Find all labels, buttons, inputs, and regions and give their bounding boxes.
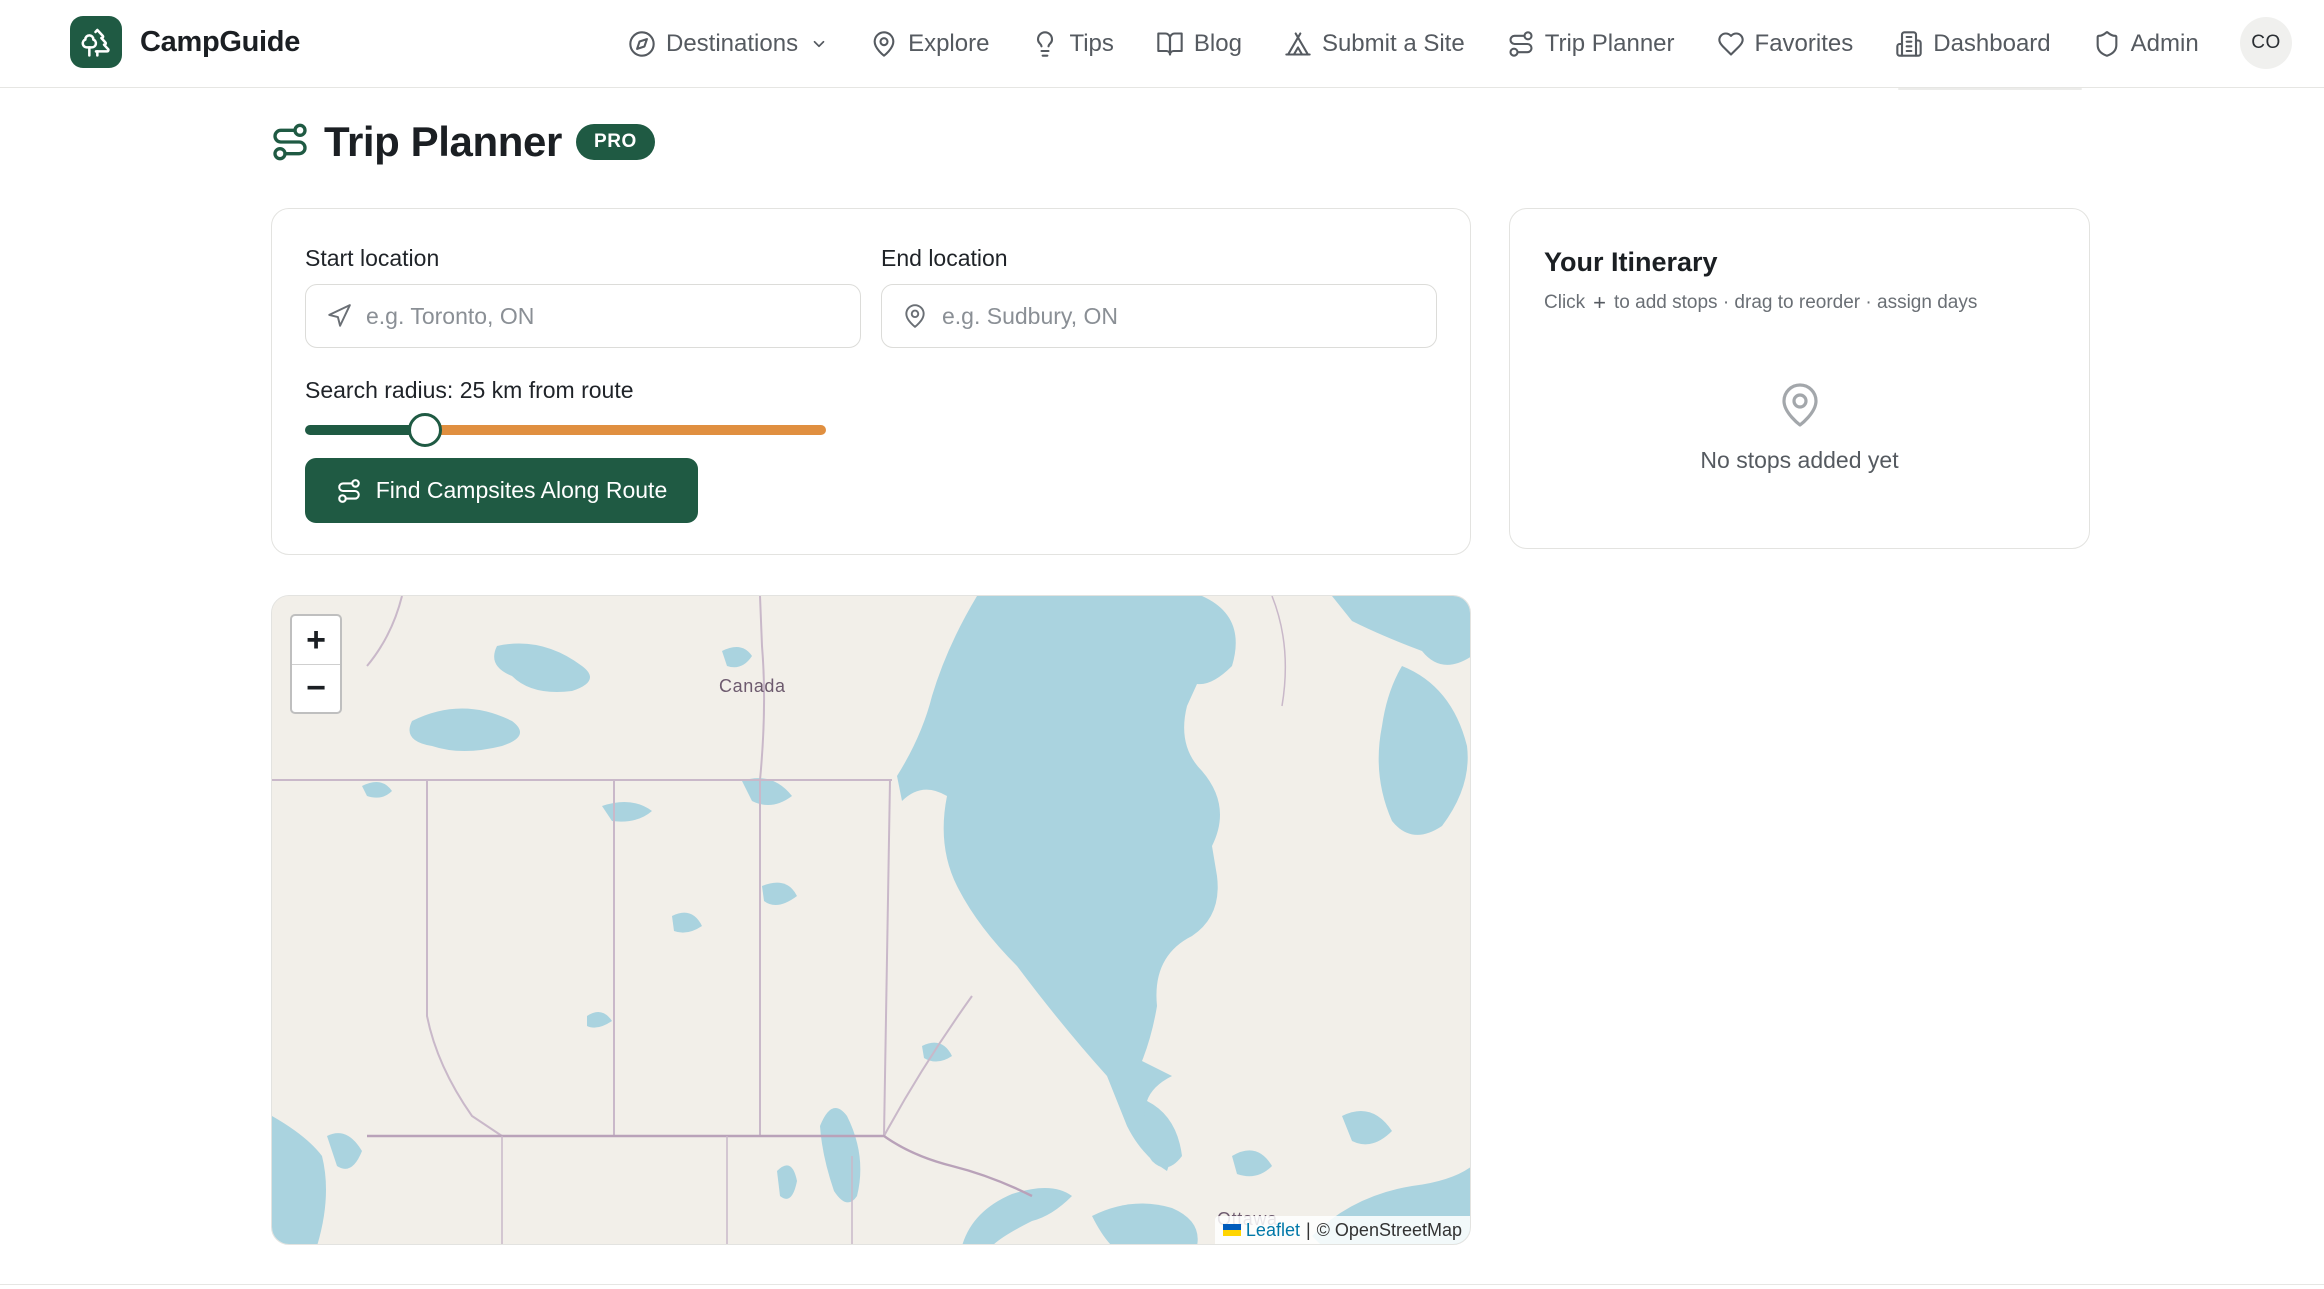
- start-location-input[interactable]: [366, 302, 860, 330]
- campguide-logo-icon: [70, 16, 122, 68]
- brand[interactable]: CampGuide: [70, 16, 300, 68]
- search-radius-label: Search radius: 25 km from route: [305, 377, 634, 403]
- building-icon: [1896, 31, 1922, 57]
- chevron-down-icon: [813, 40, 825, 48]
- lightbulb-icon: [1037, 31, 1054, 57]
- header-underline-decoration: [1898, 88, 2082, 90]
- slider-track-remaining: [425, 425, 826, 435]
- nav-dashboard-label: Dashboard: [1933, 30, 2051, 57]
- nav-explore-label: Explore: [908, 30, 990, 57]
- map-tiles: [272, 596, 1470, 1244]
- navigation-arrow-icon: [328, 304, 351, 327]
- route-map[interactable]: + − Canada Ottawa Leaflet | © OpenStreet…: [271, 595, 1471, 1245]
- map-pin-icon: [905, 304, 925, 328]
- main-nav: Destinations Explore Tips Blog Submit a …: [624, 0, 2203, 88]
- shield-icon: [2096, 31, 2118, 57]
- start-location-label: Start location: [305, 245, 440, 271]
- nav-destinations[interactable]: Destinations: [624, 20, 832, 68]
- zoom-control: + −: [290, 614, 342, 714]
- nav-trip-planner[interactable]: Trip Planner: [1503, 20, 1679, 68]
- map-attribution: Leaflet | © OpenStreetMap: [1214, 1216, 1470, 1244]
- find-campsites-label: Find Campsites Along Route: [375, 477, 668, 503]
- user-avatar[interactable]: CO: [2240, 17, 2292, 69]
- nav-blog[interactable]: Blog: [1152, 20, 1246, 68]
- top-navigation-bar: CampGuide Destinations Explore Tips Blog…: [0, 0, 2324, 88]
- empty-itinerary-text: No stops added yet: [1700, 447, 1899, 473]
- nav-favorites-label: Favorites: [1754, 30, 1854, 57]
- nav-favorites[interactable]: Favorites: [1713, 20, 1858, 68]
- nav-submit-site-label: Submit a Site: [1321, 30, 1465, 57]
- itinerary-hint-end: to add stops · drag to reorder · assign …: [1614, 292, 1978, 313]
- end-location-input[interactable]: [942, 302, 1436, 330]
- zoom-out-button[interactable]: −: [292, 664, 340, 712]
- nav-admin-label: Admin: [2130, 30, 2199, 57]
- search-radius-slider[interactable]: [305, 413, 826, 447]
- nav-dashboard[interactable]: Dashboard: [1891, 20, 2054, 68]
- plus-icon: +: [1593, 290, 1607, 315]
- tent-icon: [1285, 32, 1311, 56]
- page-title: Trip Planner PRO: [270, 118, 655, 166]
- start-location-field[interactable]: [305, 284, 861, 348]
- route-form-card: Start location End location Search radiu…: [271, 208, 1471, 555]
- nav-tips[interactable]: Tips: [1027, 20, 1117, 68]
- route-icon: [337, 478, 360, 503]
- nav-admin[interactable]: Admin: [2089, 20, 2203, 68]
- route-icon: [1509, 31, 1533, 57]
- zoom-in-button[interactable]: +: [292, 616, 340, 664]
- nav-explore[interactable]: Explore: [866, 20, 993, 68]
- itinerary-hint-start: Click: [1544, 292, 1586, 313]
- map-label-canada: Canada: [719, 676, 786, 696]
- route-icon: [273, 123, 307, 161]
- slider-thumb[interactable]: [408, 413, 442, 447]
- brand-name: CampGuide: [140, 25, 301, 58]
- itinerary-hint: Click + to add stops · drag to reorder ·…: [1544, 290, 1977, 316]
- nav-destinations-label: Destinations: [666, 30, 799, 57]
- pro-badge: PRO: [575, 124, 655, 160]
- nav-submit-site[interactable]: Submit a Site: [1280, 20, 1469, 68]
- slider-track-filled: [305, 425, 425, 435]
- find-campsites-button[interactable]: Find Campsites Along Route: [305, 458, 698, 523]
- osm-credit[interactable]: © OpenStreetMap: [1317, 1220, 1462, 1241]
- map-pin-icon: [1782, 383, 1818, 427]
- attribution-separator: |: [1305, 1219, 1311, 1240]
- end-location-field[interactable]: [881, 284, 1437, 348]
- nav-tips-label: Tips: [1069, 30, 1114, 57]
- itinerary-title: Your Itinerary: [1544, 247, 1718, 277]
- nav-trip-planner-label: Trip Planner: [1544, 30, 1675, 57]
- itinerary-card: Your Itinerary Click + to add stops · dr…: [1509, 208, 2090, 549]
- ukraine-flag-icon: [1222, 1224, 1241, 1236]
- leaflet-link[interactable]: Leaflet: [1246, 1220, 1300, 1241]
- footer-divider: [0, 1284, 2324, 1285]
- map-pin-icon: [873, 31, 895, 57]
- book-icon: [1157, 32, 1183, 56]
- end-location-label: End location: [881, 245, 1008, 271]
- page-title-text: Trip Planner: [324, 118, 562, 165]
- nav-blog-label: Blog: [1193, 30, 1242, 57]
- compass-icon: [629, 31, 655, 57]
- heart-icon: [1717, 32, 1744, 56]
